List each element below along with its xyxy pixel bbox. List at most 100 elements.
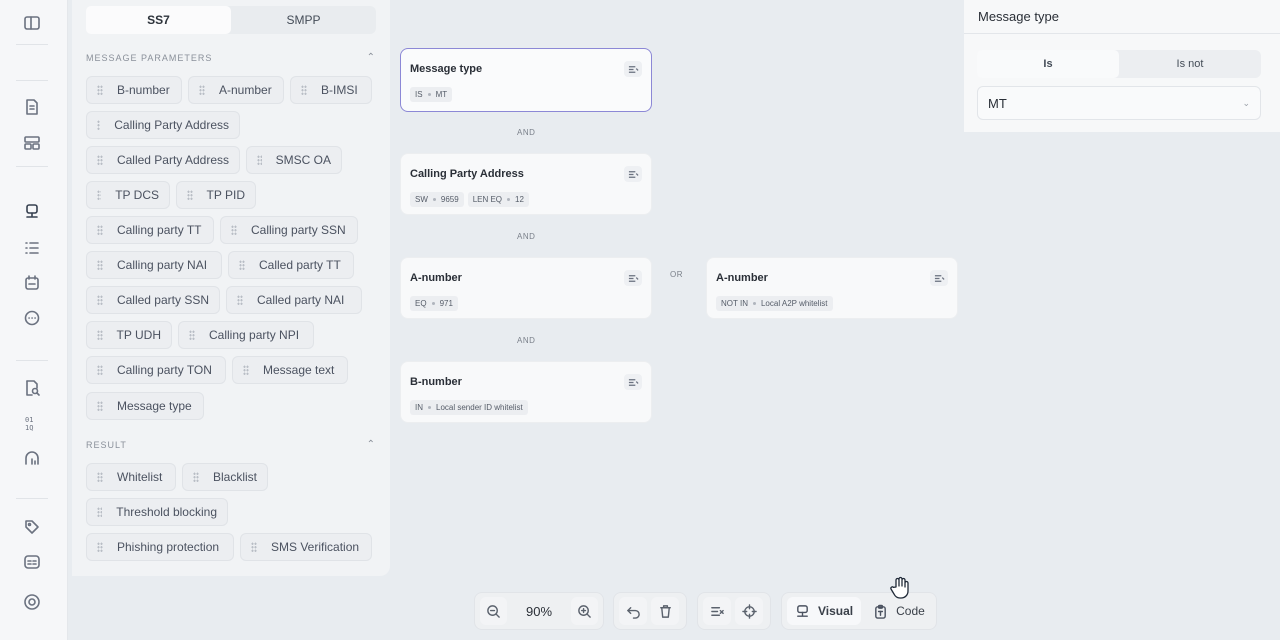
tab-ss7[interactable]: SS7 [86, 6, 231, 34]
drag-handle-icon[interactable] [257, 155, 262, 165]
drag-handle-icon[interactable] [97, 542, 103, 552]
drag-handle-icon[interactable] [239, 260, 245, 270]
code-mode-button[interactable]: Code [865, 597, 933, 625]
drag-handle-icon[interactable] [97, 155, 103, 165]
drag-handle-icon[interactable] [97, 225, 103, 235]
rail-divider [16, 360, 48, 361]
chevron-up-icon[interactable]: ⌃ [367, 52, 376, 63]
param-chip[interactable]: Calling party NPI [178, 321, 314, 349]
result-header[interactable]: RESULT ⌃ [86, 439, 376, 450]
drag-handle-icon[interactable] [97, 330, 103, 340]
param-chip[interactable]: SMSC OA [246, 146, 342, 174]
drag-handle-icon[interactable] [97, 85, 103, 95]
rule-node-a-number[interactable]: A-number EQ 971 [400, 257, 652, 319]
drag-handle-icon[interactable] [97, 472, 103, 482]
rule-node-b-number[interactable]: B-number IN Local sender ID whitelist [400, 361, 652, 423]
param-chip[interactable]: Called party NAI [226, 286, 362, 314]
list-icon[interactable] [20, 236, 44, 260]
drag-handle-icon[interactable] [97, 365, 103, 375]
param-chip[interactable]: Message text [232, 356, 348, 384]
drag-handle-icon[interactable] [97, 295, 103, 305]
param-chip[interactable]: B-number [86, 76, 182, 104]
zoom-out-button[interactable] [480, 597, 508, 625]
id-card-icon[interactable] [20, 550, 44, 574]
operator-is-not-button[interactable]: Is not [1119, 50, 1261, 78]
chevron-down-icon[interactable]: ⌄ [1242, 98, 1250, 109]
drag-handle-icon[interactable] [97, 120, 101, 130]
param-chip[interactable]: Calling party SSN [220, 216, 358, 244]
drag-handle-icon[interactable] [189, 330, 195, 340]
message-type-select[interactable]: MT ⌄ [977, 86, 1261, 120]
result-chip[interactable]: Phishing protection [86, 533, 234, 561]
drag-handle-icon[interactable] [97, 190, 102, 200]
drag-handle-icon[interactable] [237, 295, 243, 305]
calendar-icon[interactable] [20, 271, 44, 295]
drag-handle-icon[interactable] [187, 190, 193, 200]
param-chip[interactable]: Calling Party Address [86, 111, 240, 139]
search-document-icon[interactable] [20, 376, 44, 400]
node-title: A-number [716, 272, 768, 284]
drag-handle-icon[interactable] [97, 401, 103, 411]
node-settings-icon[interactable] [624, 166, 642, 182]
message-parameters-header[interactable]: MESSAGE PARAMETERS ⌃ [86, 52, 376, 63]
visual-mode-button[interactable]: Visual [787, 597, 862, 625]
param-chip[interactable]: TP PID [176, 181, 256, 209]
param-chip[interactable]: Called Party Address [86, 146, 240, 174]
param-chip[interactable]: Message type [86, 392, 204, 420]
chat-icon[interactable] [20, 306, 44, 330]
svg-text:01: 01 [25, 416, 33, 424]
drag-handle-icon[interactable] [193, 472, 199, 482]
chevron-up-icon[interactable]: ⌃ [367, 439, 376, 450]
result-chip[interactable]: Threshold blocking [86, 498, 228, 526]
drag-handle-icon[interactable] [231, 225, 237, 235]
param-chip[interactable]: Calling party TT [86, 216, 214, 244]
delete-button[interactable] [651, 597, 679, 625]
drag-handle-icon[interactable] [97, 507, 103, 517]
result-chip[interactable]: SMS Verification [240, 533, 372, 561]
recenter-button[interactable] [735, 597, 763, 625]
result-chip[interactable]: Blacklist [182, 463, 268, 491]
param-chip[interactable]: Called party TT [228, 251, 354, 279]
drag-handle-icon[interactable] [251, 542, 257, 552]
undo-button[interactable] [619, 597, 647, 625]
node-title: A-number [410, 272, 462, 284]
sidebar-toggle-icon[interactable] [20, 11, 44, 35]
document-icon[interactable] [20, 95, 44, 119]
analytics-icon[interactable] [20, 446, 44, 470]
zoom-out-icon [487, 604, 500, 618]
zoom-in-button[interactable] [570, 597, 598, 625]
param-chip[interactable]: TP DCS [86, 181, 170, 209]
node-settings-icon[interactable] [624, 270, 642, 286]
param-chip[interactable]: Calling party TON [86, 356, 226, 384]
param-chip[interactable]: Calling party NAI [86, 251, 222, 279]
tag-operator: SW [415, 195, 428, 204]
drag-handle-icon[interactable] [97, 260, 103, 270]
layout-icon[interactable] [20, 131, 44, 155]
settings-icon[interactable] [20, 590, 44, 614]
chip-label: Threshold blocking [116, 505, 217, 519]
drag-handle-icon[interactable] [301, 85, 307, 95]
rule-canvas[interactable]: Message type IS MT AND Calling Party Addr… [390, 0, 964, 640]
hand-cursor-icon [890, 576, 909, 599]
operator-is-button[interactable]: Is [977, 50, 1119, 78]
dot-separator [752, 302, 756, 305]
binary-search-icon[interactable]: 01 1Q [20, 411, 44, 435]
node-settings-icon[interactable] [624, 61, 642, 77]
param-chip[interactable]: A-number [188, 76, 284, 104]
chip-label: Called party NAI [257, 293, 345, 307]
param-chip[interactable]: B-IMSI [290, 76, 372, 104]
layout-button[interactable] [703, 597, 731, 625]
node-settings-icon[interactable] [930, 270, 948, 286]
rule-node-message-type[interactable]: Message type IS MT [400, 48, 652, 112]
param-chip[interactable]: TP UDH [86, 321, 172, 349]
node-settings-icon[interactable] [624, 374, 642, 390]
drag-handle-icon[interactable] [199, 85, 205, 95]
tag-icon[interactable] [20, 515, 44, 539]
rule-node-a-number-or[interactable]: A-number NOT IN Local A2P whitelist [706, 257, 958, 319]
tab-smpp[interactable]: SMPP [231, 6, 376, 34]
rule-node-calling-party-address[interactable]: Calling Party Address SW 9659 LEN EQ 12 [400, 153, 652, 215]
drag-handle-icon[interactable] [243, 365, 249, 375]
rules-monitor-icon[interactable] [20, 200, 44, 224]
param-chip[interactable]: Called party SSN [86, 286, 220, 314]
result-chip[interactable]: Whitelist [86, 463, 176, 491]
